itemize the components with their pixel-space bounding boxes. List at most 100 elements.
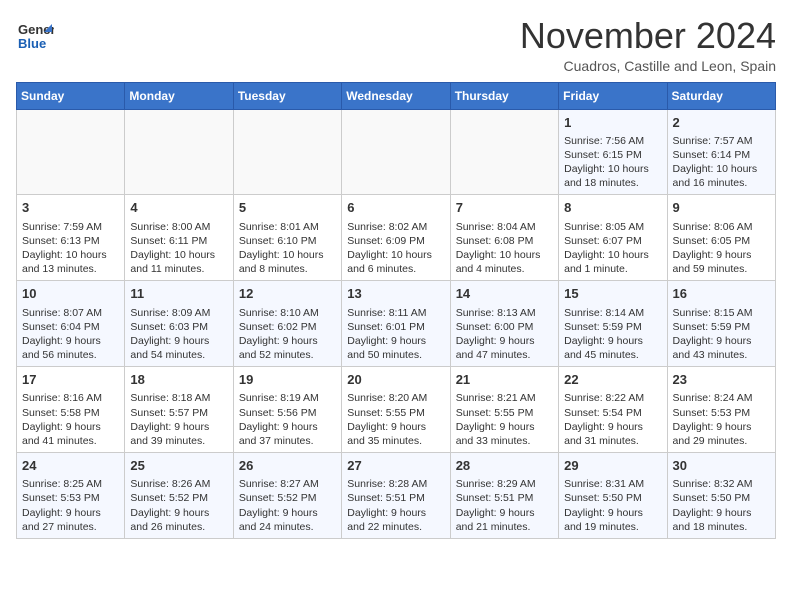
day-info: Sunset: 5:53 PM (22, 491, 119, 505)
day-number: 23 (673, 371, 770, 389)
day-info: Sunset: 5:51 PM (347, 491, 444, 505)
week-row-3: 10Sunrise: 8:07 AMSunset: 6:04 PMDayligh… (17, 281, 776, 367)
day-info: Sunset: 5:50 PM (673, 491, 770, 505)
day-cell: 18Sunrise: 8:18 AMSunset: 5:57 PMDayligh… (125, 367, 233, 453)
day-cell (450, 109, 558, 195)
day-cell: 4Sunrise: 8:00 AMSunset: 6:11 PMDaylight… (125, 195, 233, 281)
day-info: Sunrise: 8:14 AM (564, 306, 661, 320)
day-info: Sunset: 6:08 PM (456, 234, 553, 248)
day-info: Sunrise: 8:29 AM (456, 477, 553, 491)
day-info: Sunrise: 8:10 AM (239, 306, 336, 320)
day-info: Sunset: 6:10 PM (239, 234, 336, 248)
day-number: 19 (239, 371, 336, 389)
day-cell: 24Sunrise: 8:25 AMSunset: 5:53 PMDayligh… (17, 453, 125, 539)
day-info: Daylight: 9 hours and 47 minutes. (456, 334, 553, 362)
day-info: Sunrise: 8:31 AM (564, 477, 661, 491)
day-info: Daylight: 9 hours and 29 minutes. (673, 420, 770, 448)
day-info: Sunset: 5:50 PM (564, 491, 661, 505)
week-row-4: 17Sunrise: 8:16 AMSunset: 5:58 PMDayligh… (17, 367, 776, 453)
day-header-thursday: Thursday (450, 82, 558, 109)
day-info: Sunrise: 8:07 AM (22, 306, 119, 320)
day-info: Sunrise: 8:18 AM (130, 391, 227, 405)
day-info: Sunset: 6:11 PM (130, 234, 227, 248)
day-number: 12 (239, 285, 336, 303)
day-number: 26 (239, 457, 336, 475)
day-number: 11 (130, 285, 227, 303)
day-info: Sunset: 6:09 PM (347, 234, 444, 248)
day-info: Daylight: 9 hours and 50 minutes. (347, 334, 444, 362)
day-info: Daylight: 10 hours and 13 minutes. (22, 248, 119, 276)
day-number: 1 (564, 114, 661, 132)
day-cell: 13Sunrise: 8:11 AMSunset: 6:01 PMDayligh… (342, 281, 450, 367)
day-info: Daylight: 10 hours and 8 minutes. (239, 248, 336, 276)
day-info: Sunset: 6:15 PM (564, 148, 661, 162)
day-info: Sunset: 5:55 PM (347, 406, 444, 420)
day-info: Daylight: 10 hours and 18 minutes. (564, 162, 661, 190)
day-info: Sunset: 5:58 PM (22, 406, 119, 420)
location-subtitle: Cuadros, Castille and Leon, Spain (520, 58, 776, 74)
day-info: Daylight: 9 hours and 31 minutes. (564, 420, 661, 448)
logo: General Blue (16, 16, 54, 54)
day-info: Daylight: 10 hours and 4 minutes. (456, 248, 553, 276)
day-info: Sunset: 5:51 PM (456, 491, 553, 505)
day-cell: 22Sunrise: 8:22 AMSunset: 5:54 PMDayligh… (559, 367, 667, 453)
day-info: Sunrise: 8:11 AM (347, 306, 444, 320)
day-number: 20 (347, 371, 444, 389)
day-number: 21 (456, 371, 553, 389)
day-info: Daylight: 9 hours and 37 minutes. (239, 420, 336, 448)
day-header-saturday: Saturday (667, 82, 775, 109)
day-info: Sunset: 6:13 PM (22, 234, 119, 248)
day-number: 10 (22, 285, 119, 303)
day-info: Daylight: 9 hours and 22 minutes. (347, 506, 444, 534)
day-number: 30 (673, 457, 770, 475)
day-number: 22 (564, 371, 661, 389)
day-cell: 17Sunrise: 8:16 AMSunset: 5:58 PMDayligh… (17, 367, 125, 453)
day-info: Daylight: 9 hours and 26 minutes. (130, 506, 227, 534)
day-number: 16 (673, 285, 770, 303)
day-number: 15 (564, 285, 661, 303)
day-info: Sunrise: 8:05 AM (564, 220, 661, 234)
day-info: Daylight: 9 hours and 18 minutes. (673, 506, 770, 534)
day-cell: 8Sunrise: 8:05 AMSunset: 6:07 PMDaylight… (559, 195, 667, 281)
day-cell: 26Sunrise: 8:27 AMSunset: 5:52 PMDayligh… (233, 453, 341, 539)
day-info: Daylight: 10 hours and 1 minute. (564, 248, 661, 276)
day-info: Daylight: 9 hours and 54 minutes. (130, 334, 227, 362)
day-info: Sunset: 5:53 PM (673, 406, 770, 420)
day-cell: 7Sunrise: 8:04 AMSunset: 6:08 PMDaylight… (450, 195, 558, 281)
day-header-monday: Monday (125, 82, 233, 109)
day-number: 27 (347, 457, 444, 475)
week-row-2: 3Sunrise: 7:59 AMSunset: 6:13 PMDaylight… (17, 195, 776, 281)
day-info: Daylight: 10 hours and 11 minutes. (130, 248, 227, 276)
day-info: Daylight: 9 hours and 41 minutes. (22, 420, 119, 448)
day-cell (125, 109, 233, 195)
day-info: Sunset: 5:52 PM (239, 491, 336, 505)
day-info: Sunrise: 8:00 AM (130, 220, 227, 234)
day-number: 5 (239, 199, 336, 217)
day-info: Sunrise: 8:24 AM (673, 391, 770, 405)
day-info: Daylight: 9 hours and 33 minutes. (456, 420, 553, 448)
day-info: Daylight: 9 hours and 27 minutes. (22, 506, 119, 534)
calendar-table: SundayMondayTuesdayWednesdayThursdayFrid… (16, 82, 776, 539)
day-info: Sunrise: 8:09 AM (130, 306, 227, 320)
day-info: Daylight: 9 hours and 21 minutes. (456, 506, 553, 534)
day-info: Daylight: 9 hours and 45 minutes. (564, 334, 661, 362)
day-cell: 9Sunrise: 8:06 AMSunset: 6:05 PMDaylight… (667, 195, 775, 281)
day-cell: 6Sunrise: 8:02 AMSunset: 6:09 PMDaylight… (342, 195, 450, 281)
day-info: Sunrise: 8:21 AM (456, 391, 553, 405)
day-header-wednesday: Wednesday (342, 82, 450, 109)
day-header-tuesday: Tuesday (233, 82, 341, 109)
day-info: Sunrise: 8:20 AM (347, 391, 444, 405)
day-info: Sunrise: 8:19 AM (239, 391, 336, 405)
day-cell: 11Sunrise: 8:09 AMSunset: 6:03 PMDayligh… (125, 281, 233, 367)
title-area: November 2024 Cuadros, Castille and Leon… (520, 16, 776, 74)
day-cell: 23 Sunrise: 8:24 AMSunset: 5:53 PMDayligh… (667, 367, 775, 453)
day-info: Daylight: 9 hours and 43 minutes. (673, 334, 770, 362)
day-cell: 19Sunrise: 8:19 AMSunset: 5:56 PMDayligh… (233, 367, 341, 453)
day-number: 8 (564, 199, 661, 217)
day-info: Daylight: 10 hours and 6 minutes. (347, 248, 444, 276)
day-number: 6 (347, 199, 444, 217)
day-info: Sunset: 5:57 PM (130, 406, 227, 420)
day-info: Daylight: 9 hours and 52 minutes. (239, 334, 336, 362)
day-header-friday: Friday (559, 82, 667, 109)
day-cell (17, 109, 125, 195)
